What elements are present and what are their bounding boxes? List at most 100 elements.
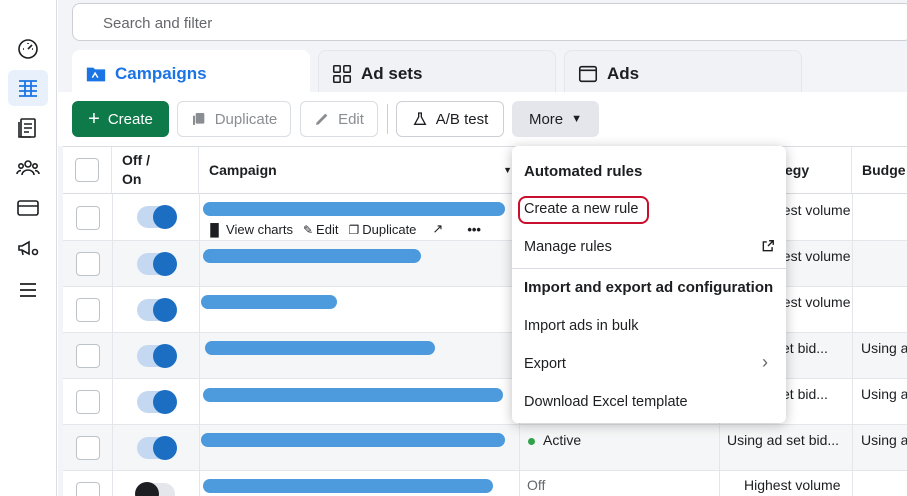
ab-test-button[interactable]: A/B test [396, 101, 504, 137]
row-checkbox[interactable] [76, 436, 100, 460]
table-grid-icon [19, 80, 37, 97]
ab-test-label: A/B test [435, 110, 489, 128]
more-label: More [528, 110, 564, 128]
select-all-checkbox[interactable] [75, 158, 99, 182]
duplicate-icon [192, 113, 205, 125]
grid-icon [332, 64, 352, 83]
duplicate-button[interactable]: Duplicate [177, 101, 291, 137]
row-edit-label: Edit [316, 221, 339, 237]
speedometer-icon [18, 39, 38, 59]
sort-caret-icon: ▼ [503, 165, 512, 175]
plus-icon: + [88, 108, 100, 130]
download-excel-template-item[interactable]: Download Excel template [524, 394, 688, 410]
budget-cell: Using a [861, 340, 907, 356]
megaphone-gear-icon [18, 240, 39, 256]
bid-strategy-cell: Using ad set bid... [727, 432, 840, 448]
delivery-status-cell: Off [527, 477, 546, 493]
redacted-campaign-name [203, 479, 493, 493]
row-duplicate-link[interactable]: ❐ Duplicate [348, 222, 416, 237]
row-hover-actions: ▐▌ View charts ✎ Edit ❐ Duplicate ↗ ••• [206, 221, 481, 237]
row-checkbox[interactable] [76, 344, 100, 368]
active-status-dot [528, 437, 535, 445]
status-label: Active [543, 432, 582, 448]
nav-pages[interactable] [8, 110, 48, 146]
edit-label: Edit [338, 110, 364, 128]
row-edit-link[interactable]: ✎ Edit [303, 222, 338, 237]
nav-menu[interactable] [8, 272, 48, 308]
toggle-knob [153, 436, 177, 460]
row-duplicate-label: Duplicate [362, 221, 417, 237]
campaign-toggle[interactable] [137, 344, 177, 368]
column-divider [199, 194, 200, 496]
view-charts-label: View charts [226, 221, 293, 237]
more-options-icon[interactable]: ••• [467, 222, 481, 237]
campaign-toggle[interactable] [135, 482, 175, 496]
nav-billing[interactable] [8, 190, 48, 226]
bid-strategy-cell: Highest volume [744, 477, 841, 493]
tab-ads[interactable]: Ads [564, 50, 802, 96]
pages-icon [18, 118, 36, 138]
campaign-toggle[interactable] [137, 298, 177, 322]
redacted-campaign-name [201, 295, 337, 309]
redacted-campaign-name [201, 433, 505, 447]
external-link-icon [762, 240, 774, 252]
import-ads-bulk-item[interactable]: Import ads in bulk [524, 318, 638, 334]
campaign-toggle[interactable] [137, 252, 177, 276]
edit-button[interactable]: Edit [300, 101, 378, 137]
row-checkbox[interactable] [76, 482, 100, 496]
hamburger-menu-icon [20, 283, 36, 297]
bar-chart-icon: ▐▌ [206, 222, 224, 237]
import-export-heading: Import and export ad configuration [524, 279, 774, 296]
header-select-cell [63, 147, 112, 194]
more-button[interactable]: More ▼ [512, 101, 599, 137]
header-off-on-label: Off / On [122, 152, 150, 187]
caret-down-icon: ▼ [571, 113, 583, 125]
tab-campaigns[interactable]: Campaigns [72, 50, 310, 96]
manage-rules-item[interactable]: Manage rules [524, 239, 612, 255]
bid-strategy-cell: hest volume [775, 248, 851, 264]
toolbar-divider [387, 104, 388, 134]
toggle-knob [135, 482, 159, 496]
toggle-knob [153, 344, 177, 368]
credit-card-icon [17, 200, 39, 216]
table-row[interactable]: Active Using ad set bid... Using a [63, 425, 907, 471]
campaign-toggle[interactable] [137, 436, 177, 460]
flask-icon [413, 112, 427, 125]
nav-campaigns[interactable] [8, 70, 48, 106]
header-off-on[interactable]: Off / On [112, 147, 199, 194]
search-filter-bar[interactable]: Search and filter [72, 3, 907, 41]
nav-overview[interactable] [8, 30, 48, 66]
column-divider [852, 194, 853, 496]
row-checkbox[interactable] [76, 206, 100, 230]
row-checkbox[interactable] [76, 252, 100, 276]
campaign-toggle[interactable] [137, 390, 177, 414]
campaign-folder-icon [86, 67, 106, 81]
column-divider [112, 194, 113, 496]
view-charts-link[interactable]: ▐▌ View charts [206, 222, 293, 237]
row-checkbox[interactable] [76, 390, 100, 414]
row-checkbox[interactable] [76, 298, 100, 322]
trend-icon[interactable]: ↗ [432, 221, 443, 237]
create-button[interactable]: + Create [72, 101, 169, 137]
redacted-campaign-name [203, 202, 505, 216]
left-nav-rail [0, 0, 57, 496]
tab-ad-sets[interactable]: Ad sets [318, 50, 556, 96]
campaign-toggle[interactable] [137, 205, 177, 229]
redacted-campaign-name [203, 388, 503, 402]
duplicate-label: Duplicate [214, 110, 278, 128]
tab-label: Ad sets [361, 63, 423, 83]
nav-audiences[interactable] [8, 150, 48, 186]
table-row[interactable]: Off Highest volume [63, 471, 907, 496]
create-new-rule-item[interactable]: Create a new rule [524, 201, 638, 217]
export-item[interactable]: Export [524, 356, 566, 372]
header-campaign-label: Campaign [209, 162, 277, 178]
toggle-knob [153, 298, 177, 322]
header-budget[interactable]: Budge [852, 147, 907, 194]
nav-ads-manager[interactable] [8, 230, 48, 266]
create-label: Create [107, 110, 153, 128]
delivery-status-cell: Active [528, 432, 581, 448]
header-campaign[interactable]: Campaign ▼ [199, 147, 519, 194]
search-placeholder: Search and filter [103, 15, 213, 32]
bid-strategy-cell: hest volume [775, 294, 851, 310]
toggle-knob [153, 205, 177, 229]
